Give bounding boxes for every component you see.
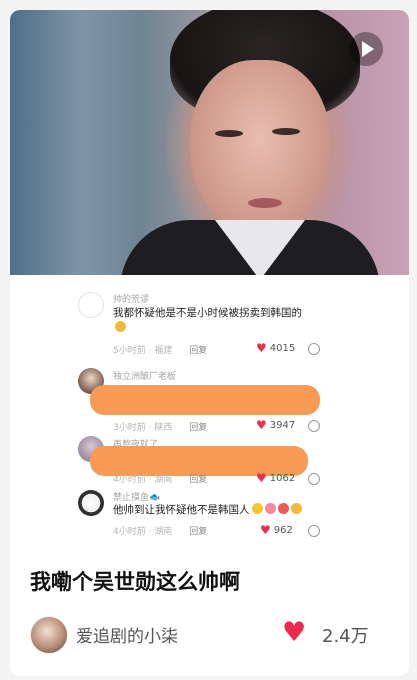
- heart-icon: ♥: [256, 471, 267, 485]
- heart-icon: ♥: [256, 341, 267, 355]
- cover-image[interactable]: [10, 10, 409, 275]
- cover-eye: [215, 130, 243, 137]
- post-card[interactable]: 帅的荒谬 我都怀疑他是不是小时候被拐卖到韩国的 5小时前 · 福建 回复 ♥ 4…: [10, 10, 409, 676]
- dislike-icon: [308, 420, 320, 432]
- dislike-icon: [308, 343, 320, 355]
- reply-button: 回复: [189, 527, 208, 537]
- blush-emoji: [264, 503, 276, 514]
- cover-face: [190, 60, 330, 235]
- dislike-icon: [308, 525, 320, 537]
- comment-time: 4小时前: [113, 475, 146, 485]
- commenter-avatar: [78, 490, 104, 516]
- comment-meta: 3小时前 · 陕西 回复: [113, 420, 207, 433]
- comment-meta: 4小时前 · 湖南 回复: [113, 524, 207, 537]
- comment-location: 湖南: [154, 527, 173, 537]
- comment-text-content: 我都怀疑他是不是小时候被拐卖到韩国的: [113, 307, 302, 319]
- author-avatar[interactable]: [30, 616, 68, 654]
- reply-button: 回复: [189, 475, 208, 485]
- comment-likes: ♥ 1062: [256, 471, 295, 485]
- comment-location: 陕西: [154, 423, 173, 433]
- comment-username: 帅的荒谬: [113, 295, 150, 305]
- reply-button: 回复: [189, 346, 208, 356]
- comment-username: 独立洲酿厂老板: [113, 372, 177, 382]
- heart-icon[interactable]: ♥: [282, 618, 306, 648]
- comment-time: 4小时前: [113, 527, 146, 537]
- heart-eyes-emoji: [277, 503, 289, 514]
- comment-like-count: 962: [273, 524, 293, 536]
- author-name[interactable]: 爱追剧的小柒: [76, 622, 178, 647]
- heart-icon: ♥: [260, 523, 271, 537]
- play-icon: [361, 41, 374, 57]
- commenter-avatar: [78, 292, 104, 318]
- comment-time: 5小时前: [113, 346, 146, 356]
- comment-username: 禁止摸鱼🐟: [113, 493, 161, 503]
- comment-meta: 4小时前 · 湖南 回复: [113, 472, 207, 485]
- smirk-emoji: [251, 503, 263, 514]
- comment-like-count: 4015: [269, 342, 296, 354]
- heart-icon: ♥: [256, 418, 267, 432]
- like-count: 2.4万: [322, 626, 369, 647]
- post-title[interactable]: 我嘞个吴世勋这么帅啊: [30, 566, 240, 596]
- comment-meta: 5小时前 · 福建 回复: [113, 343, 207, 356]
- comment-likes: ♥ 3947: [256, 418, 295, 432]
- laugh-emoji: [115, 321, 126, 332]
- comment-time: 3小时前: [113, 423, 146, 433]
- redaction-overlay: [90, 385, 320, 415]
- comment-location: 福建: [154, 346, 173, 356]
- comment-text: 他帅到让我怀疑他不是韩国人: [113, 503, 353, 518]
- comment-location: 湖南: [154, 475, 173, 485]
- comment-likes: ♥ 962: [260, 523, 293, 537]
- laugh-emoji: [290, 503, 302, 514]
- comment-screenshot: 帅的荒谬 我都怀疑他是不是小时候被拐卖到韩国的 5小时前 · 福建 回复 ♥ 4…: [10, 288, 409, 538]
- cover-lips: [248, 198, 282, 208]
- cover-eye: [272, 128, 300, 135]
- dislike-icon: [308, 473, 320, 485]
- comment-text-content: 他帅到让我怀疑他不是韩国人: [113, 504, 250, 516]
- reply-button: 回复: [189, 423, 208, 433]
- comment-text: 我都怀疑他是不是小时候被拐卖到韩国的: [113, 306, 328, 336]
- comment-likes: ♥ 4015: [256, 341, 295, 355]
- comment-like-count: 1062: [269, 472, 296, 484]
- comment-like-count: 3947: [269, 419, 296, 431]
- play-button[interactable]: [349, 32, 383, 66]
